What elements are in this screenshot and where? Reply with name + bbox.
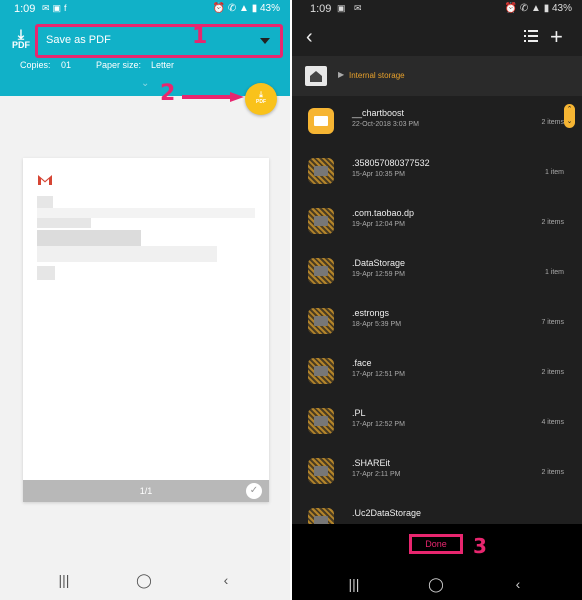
paper-size-value[interactable]: Letter: [151, 60, 174, 70]
folder-icon: [308, 108, 334, 134]
folder-item-count: 1 item: [544, 269, 564, 276]
redacted-text: [37, 208, 255, 218]
file-picker-panel: 1:09 ▣ ✉ ⏰ ✆ ▲ ▮ 43% ‹ + ▶ Internal stor…: [292, 0, 582, 600]
callout-number-3: 3: [473, 534, 487, 558]
folder-name: .face: [352, 358, 372, 368]
picker-action-bar: Done 3: [292, 524, 582, 568]
battery-level: 43%: [259, 3, 280, 14]
save-pdf-button-label: PDF: [256, 99, 266, 105]
folder-icon: [308, 208, 334, 234]
copies-value[interactable]: 01: [61, 60, 71, 70]
dropdown-triangle-icon: [260, 38, 270, 44]
file-picker-toolbar: ‹ +: [292, 20, 582, 56]
callout-number-2: 2: [160, 81, 176, 106]
folder-date: 22-Oct-2018 3:03 PM: [352, 121, 419, 128]
pointer-arrow: [182, 92, 244, 102]
gmail-icon: [38, 175, 52, 185]
folder-icon: [308, 308, 334, 334]
folder-item-count: 2 items: [541, 469, 564, 476]
download-pdf-icon: ⤓ PDF: [12, 26, 30, 50]
folder-item-count: 2 items: [541, 219, 564, 226]
folder-name: .DataStorage: [352, 258, 406, 268]
folder-item-count: 2 items: [541, 369, 564, 376]
folder-name: .com.taobao.dp: [352, 208, 415, 218]
status-time: 1:09: [310, 3, 332, 15]
preview-footer: 1/1 ✓: [23, 480, 269, 502]
status-bar: 1:09 ✉▣f ⏰ ✆ ▲ ▮ 43%: [0, 0, 290, 20]
folder-item-count: 7 items: [541, 319, 564, 326]
folder-date: 17-Apr 2:11 PM: [352, 471, 401, 478]
folder-name: .SHAREit: [352, 458, 391, 468]
folder-date: 19-Apr 12:04 PM: [352, 221, 405, 228]
folder-name: .Uc2DataStorage: [352, 508, 422, 518]
check-icon[interactable]: ✓: [246, 483, 262, 499]
redacted-text: [37, 266, 55, 280]
folder-item-count: 4 items: [541, 419, 564, 426]
list-view-icon[interactable]: [524, 30, 538, 42]
recents-icon[interactable]: |||: [52, 572, 76, 588]
folder-row[interactable]: .com.taobao.dp 19-Apr 12:04 PM 2 items: [292, 200, 582, 250]
folder-icon: [308, 458, 334, 484]
download-pdf-icon-label: PDF: [12, 40, 30, 50]
breadcrumb: ▶ Internal storage: [292, 56, 582, 96]
folder-name: .estrongs: [352, 308, 390, 318]
recents-icon[interactable]: |||: [342, 576, 366, 592]
folder-item-count: 1 item: [544, 169, 564, 176]
download-icon: ⤓: [259, 90, 263, 99]
folder-date: 15-Apr 10:35 PM: [352, 171, 405, 178]
folder-date: 17-Apr 12:52 PM: [352, 421, 405, 428]
screenshot-root: 1:09 ✉▣f ⏰ ✆ ▲ ▮ 43% ⤓ PDF Save as PDF 1 …: [0, 0, 582, 600]
add-icon[interactable]: +: [550, 24, 563, 50]
back-arrow-icon[interactable]: ‹: [306, 26, 313, 49]
navigation-bar: ||| ◯ ‹: [0, 564, 290, 600]
folder-name: .PL: [352, 408, 366, 418]
folder-icon: [308, 358, 334, 384]
status-bar: 1:09 ▣ ✉ ⏰ ✆ ▲ ▮ 43%: [292, 0, 582, 20]
folder-row[interactable]: .358057080377532 15-Apr 10:35 PM 1 item: [292, 150, 582, 200]
folder-icon: [308, 408, 334, 434]
notification-icons: ✉▣f: [42, 3, 70, 13]
folder-name: .358057080377532: [352, 158, 430, 168]
page-indicator: 1/1: [139, 486, 153, 496]
folder-row[interactable]: .PL 17-Apr 12:52 PM 4 items: [292, 400, 582, 450]
folder-icon: [308, 158, 334, 184]
folder-row[interactable]: .DataStorage 19-Apr 12:59 PM 1 item: [292, 250, 582, 300]
home-nav-icon[interactable]: ◯: [424, 576, 448, 593]
battery-level: 43%: [551, 3, 572, 14]
folder-row[interactable]: __chartboost 22-Oct-2018 3:03 PM 2 items: [292, 100, 582, 150]
navigation-bar: ||| ◯ ‹: [292, 568, 582, 600]
destination-value: Save as PDF: [46, 34, 111, 46]
system-status: ⏰ ✆ ▲ ▮ 43%: [212, 3, 280, 14]
redacted-text: [37, 246, 217, 262]
page-preview: 1/1 ✓: [23, 158, 269, 502]
done-button[interactable]: Done: [409, 534, 463, 554]
print-options-header: ⤓ PDF Save as PDF 1 Copies: 01 Paper size…: [0, 20, 290, 96]
print-dialog-panel: 1:09 ✉▣f ⏰ ✆ ▲ ▮ 43% ⤓ PDF Save as PDF 1 …: [0, 0, 290, 600]
scrollbar-thumb[interactable]: ⌃ ⌄: [564, 104, 575, 128]
folder-name: __chartboost: [352, 108, 405, 118]
folder-date: 18-Apr 5:39 PM: [352, 321, 402, 328]
folder-row[interactable]: .face 17-Apr 12:51 PM 2 items: [292, 350, 582, 400]
copies-label: Copies:: [20, 60, 51, 70]
notification-icons: ▣ ✉: [337, 3, 365, 13]
back-nav-icon[interactable]: ‹: [506, 576, 530, 592]
system-status: ⏰ ✆ ▲ ▮ 43%: [504, 3, 572, 14]
chevron-down-icon[interactable]: ⌄: [141, 78, 149, 89]
folder-icon: [308, 258, 334, 284]
back-nav-icon[interactable]: ‹: [214, 572, 238, 588]
breadcrumb-location[interactable]: Internal storage: [349, 71, 405, 80]
callout-number-1: 1: [192, 24, 208, 49]
folder-row[interactable]: .estrongs 18-Apr 5:39 PM 7 items: [292, 300, 582, 350]
folder-date: 19-Apr 12:59 PM: [352, 271, 405, 278]
status-time: 1:09: [14, 3, 36, 15]
folder-item-count: 2 items: [541, 119, 564, 126]
save-pdf-button[interactable]: ⤓ PDF: [245, 83, 277, 115]
destination-dropdown[interactable]: Save as PDF: [35, 24, 283, 58]
folder-row[interactable]: .SHAREit 17-Apr 2:11 PM 2 items: [292, 450, 582, 500]
home-icon[interactable]: [305, 66, 327, 86]
folder-date: 17-Apr 12:51 PM: [352, 371, 405, 378]
breadcrumb-separator-icon: ▶: [338, 70, 345, 79]
home-nav-icon[interactable]: ◯: [132, 572, 156, 589]
paper-size-label: Paper size:: [96, 60, 142, 70]
